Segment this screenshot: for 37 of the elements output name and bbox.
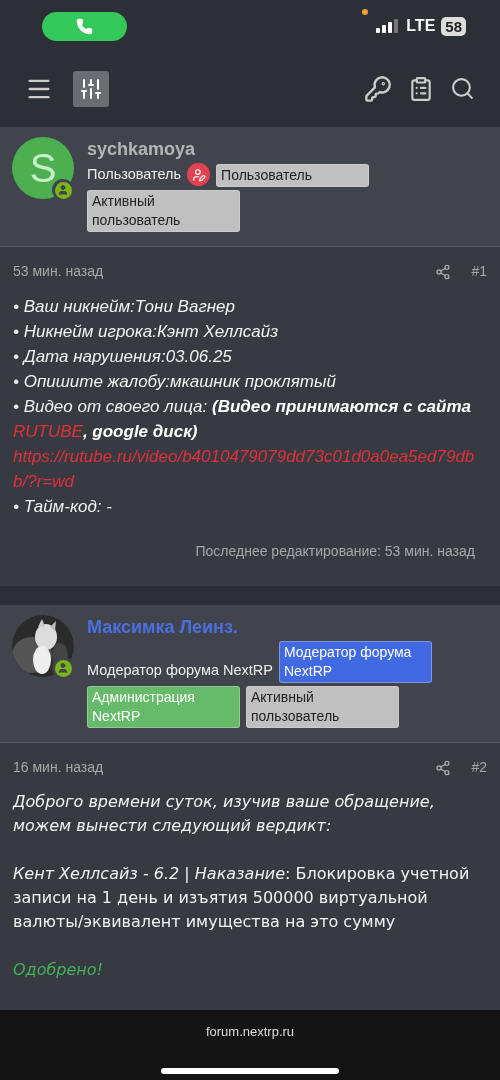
post-text: • Видео от своего лица: (Видео принимаются с сайта RUTUBE, google диск): [13, 396, 473, 443]
share-icon[interactable]: [435, 263, 452, 280]
post-time[interactable]: 16 мин. назад: [13, 757, 436, 778]
post-text: • Никнейм игрока:Кэнт Хеллсайз: [13, 321, 280, 343]
home-indicator[interactable]: [161, 1067, 339, 1074]
post-number[interactable]: #1: [471, 261, 487, 282]
username[interactable]: sychkamoya: [87, 137, 196, 161]
call-indicator[interactable]: [42, 11, 127, 41]
user-badge: Активный пользователь: [246, 686, 399, 728]
network-type: LTE: [406, 16, 436, 36]
signal-icon: [376, 19, 401, 33]
user-badge: Модератор форума NextRP: [278, 641, 432, 683]
search-icon[interactable]: [450, 76, 475, 101]
post-text: https://rutube.ru/video/b4010479079dd73c01d0a0ea5ed79dbb/?r=wd: [13, 446, 476, 493]
user-badge: Пользователь: [216, 164, 370, 187]
post-text: • Ваш никнейм:Тони Вагнер: [13, 296, 237, 318]
post-text: • Тайм-код: -: [13, 496, 113, 518]
battery-icon: 58: [441, 16, 466, 36]
browser-url[interactable]: forum.nextrp.ru: [205, 1022, 295, 1042]
sliders-icon: [79, 76, 103, 101]
user-badge: Активный пользователь: [87, 190, 240, 232]
key-icon[interactable]: [364, 74, 392, 103]
post-text: • Опишите жалобу:мкашник проклятый: [13, 371, 337, 393]
clipboard-icon[interactable]: [408, 75, 434, 102]
post-text: • Дата нарушения:03.06.25: [13, 346, 233, 368]
post-number[interactable]: #2: [471, 757, 487, 778]
user-badge: Администрация NextRP: [87, 686, 240, 728]
user-title: Модератор форума NextRP: [87, 661, 273, 680]
last-edited-note: Последнее редактирование: 53 мин. назад: [195, 542, 475, 561]
post-text: Одобрено!: [13, 959, 104, 981]
share-icon[interactable]: [435, 759, 452, 776]
post-text: Доброго времени суток, изучив ваше обращение, можем вынести следующий вердикт:: [13, 791, 436, 837]
user-title: Пользователь: [87, 165, 182, 184]
online-status-icon: [52, 657, 74, 679]
filter-button[interactable]: [73, 70, 109, 107]
post-text: Кент Хеллсайз - 6.2 | Наказание: Блокировка учетной записи на 1 день и изъятия 500000 виртуальной валюты/эквивалент имущества на это сумму: [13, 863, 471, 933]
post-time[interactable]: 53 мин. назад: [13, 261, 436, 282]
